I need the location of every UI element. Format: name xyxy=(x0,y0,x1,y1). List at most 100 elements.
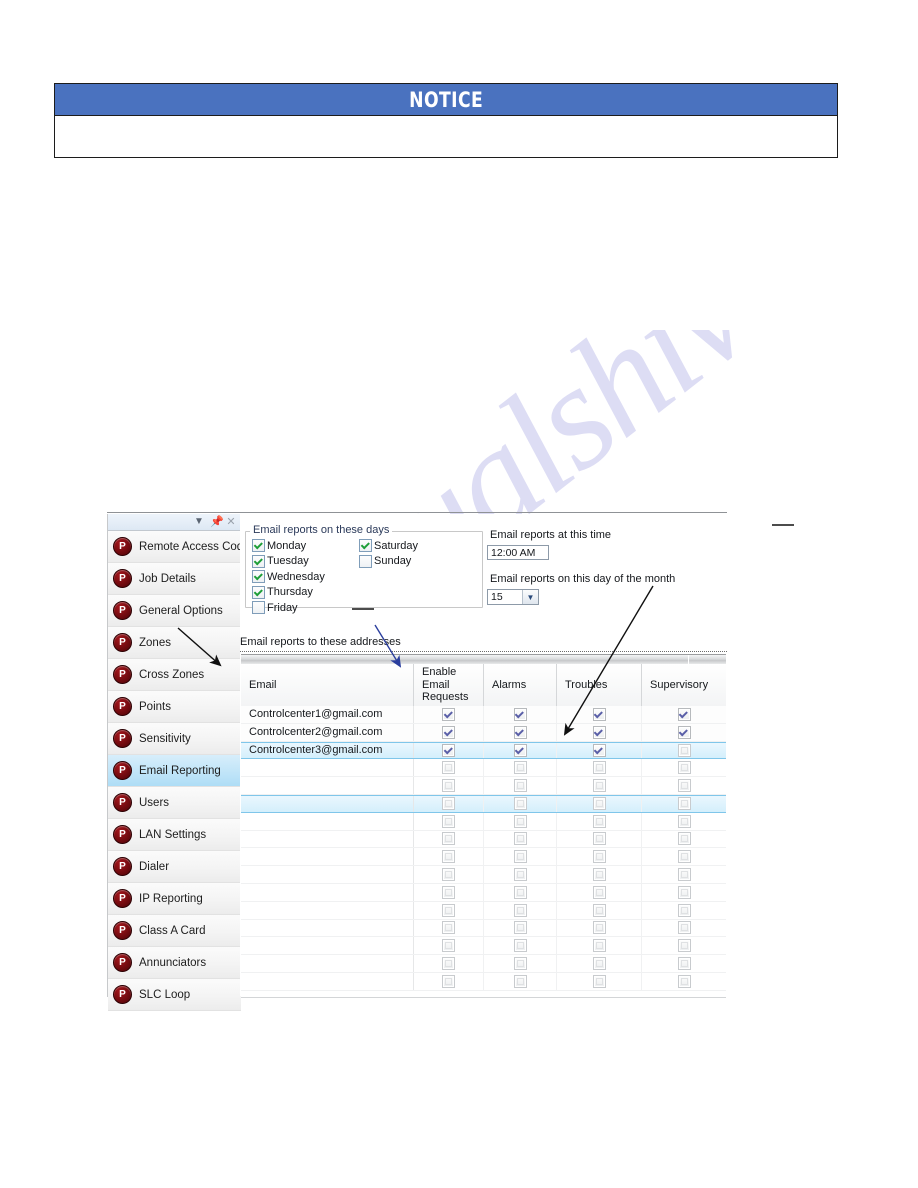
enable-cell[interactable] xyxy=(414,883,484,901)
pin-icon[interactable]: 📌 xyxy=(210,516,224,528)
weekday-row[interactable]: Wednesday xyxy=(252,569,325,585)
sidebar-item-slc-loop[interactable]: P SLC Loop xyxy=(108,979,241,1011)
checkbox-enable[interactable] xyxy=(442,957,455,971)
table-row[interactable] xyxy=(241,866,726,884)
enable-cell[interactable] xyxy=(414,866,484,883)
checkbox-troubles[interactable] xyxy=(592,885,606,899)
supervisory-cell[interactable] xyxy=(642,848,726,865)
checkbox-enable[interactable] xyxy=(442,832,455,846)
checkbox-alarms[interactable] xyxy=(513,707,527,721)
table-row[interactable]: Controlcenter1@gmail.com xyxy=(241,706,726,724)
checkbox-enable[interactable] xyxy=(442,779,455,793)
table-row[interactable]: Controlcenter3@gmail.com xyxy=(241,741,726,760)
checkbox-enable[interactable] xyxy=(442,761,455,775)
troubles-cell[interactable] xyxy=(557,883,642,901)
sidebar-item-lan-settings[interactable]: P LAN Settings xyxy=(108,819,241,851)
alarms-cell[interactable] xyxy=(484,883,557,901)
table-row[interactable]: Controlcenter2@gmail.com xyxy=(241,723,726,742)
checkbox-enable[interactable] xyxy=(442,921,455,935)
checkbox-wednesday[interactable] xyxy=(252,570,265,584)
checkbox-troubles[interactable] xyxy=(592,761,606,775)
table-row[interactable] xyxy=(241,794,726,813)
checkbox-troubles[interactable] xyxy=(592,868,606,882)
checkbox-supervisory[interactable] xyxy=(677,832,691,846)
alarms-cell[interactable] xyxy=(484,830,557,848)
email-cell[interactable] xyxy=(241,777,414,794)
table-row[interactable] xyxy=(241,848,726,867)
troubles-cell[interactable] xyxy=(557,795,642,812)
close-icon[interactable]: ✕ xyxy=(226,516,236,528)
checkbox-troubles[interactable] xyxy=(592,850,606,864)
alarms-cell[interactable] xyxy=(484,937,557,955)
table-row[interactable] xyxy=(241,937,726,956)
checkbox-supervisory[interactable] xyxy=(677,974,691,988)
checkbox-supervisory[interactable] xyxy=(677,743,691,757)
supervisory-cell[interactable] xyxy=(642,706,726,723)
supervisory-cell[interactable] xyxy=(642,831,726,848)
sidebar-item-remote-access-code[interactable]: P Remote Access Code xyxy=(108,531,250,563)
enable-cell[interactable] xyxy=(414,937,484,955)
checkbox-enable[interactable] xyxy=(442,743,455,757)
checkbox-troubles[interactable] xyxy=(592,797,606,811)
checkbox-alarms[interactable] xyxy=(513,779,527,793)
checkbox-supervisory[interactable] xyxy=(677,725,691,739)
enable-cell[interactable] xyxy=(414,901,484,919)
sidebar-item-sensitivity[interactable]: P Sensitivity xyxy=(108,723,241,755)
troubles-cell[interactable] xyxy=(557,901,642,919)
checkbox-troubles[interactable] xyxy=(592,921,606,935)
checkbox-alarms[interactable] xyxy=(513,761,527,775)
weekday-row[interactable]: Monday xyxy=(252,538,325,554)
checkbox-alarms[interactable] xyxy=(513,974,527,988)
checkbox-alarms[interactable] xyxy=(513,850,527,864)
checkbox-alarms[interactable] xyxy=(513,903,527,917)
table-row[interactable] xyxy=(241,777,726,795)
checkbox-enable[interactable] xyxy=(442,939,455,953)
chevron-down-icon[interactable]: ▼ xyxy=(522,590,538,604)
checkbox-enable[interactable] xyxy=(442,850,455,864)
checkbox-enable[interactable] xyxy=(442,797,455,811)
troubles-cell[interactable] xyxy=(557,706,642,723)
sidebar-item-ip-reporting[interactable]: P IP Reporting xyxy=(108,883,241,915)
checkbox-alarms[interactable] xyxy=(513,885,527,899)
troubles-cell[interactable] xyxy=(557,937,642,955)
checkbox-enable[interactable] xyxy=(442,707,455,721)
alarms-cell[interactable] xyxy=(484,955,557,972)
checkbox-supervisory[interactable] xyxy=(677,797,691,811)
weekday-row[interactable]: Saturday xyxy=(359,538,418,554)
troubles-cell[interactable] xyxy=(557,777,642,794)
time-input[interactable]: 12:00 AM xyxy=(487,545,549,560)
email-cell[interactable]: Controlcenter1@gmail.com xyxy=(241,706,414,723)
checkbox-alarms[interactable] xyxy=(513,797,527,811)
checkbox-troubles[interactable] xyxy=(592,939,606,953)
supervisory-cell[interactable] xyxy=(642,920,726,937)
column-header-supervisory[interactable]: Supervisory xyxy=(642,664,726,706)
checkbox-saturday[interactable] xyxy=(359,539,372,553)
enable-cell[interactable] xyxy=(414,830,484,848)
checkbox-supervisory[interactable] xyxy=(677,814,691,828)
supervisory-cell[interactable] xyxy=(642,973,726,990)
enable-cell[interactable] xyxy=(414,706,484,723)
supervisory-cell[interactable] xyxy=(642,813,726,830)
alarms-cell[interactable] xyxy=(484,795,557,812)
troubles-cell[interactable] xyxy=(557,742,642,759)
weekday-row[interactable]: Sunday xyxy=(359,554,418,570)
table-row[interactable] xyxy=(241,955,726,973)
troubles-cell[interactable] xyxy=(557,723,642,741)
day-of-month-select[interactable]: 15 ▼ xyxy=(487,589,539,605)
checkbox-troubles[interactable] xyxy=(592,957,606,971)
column-header-enable-email-requests[interactable]: Enable Email Requests xyxy=(414,664,484,706)
alarms-cell[interactable] xyxy=(484,972,557,990)
enable-cell[interactable] xyxy=(414,795,484,812)
weekday-row[interactable]: Thursday xyxy=(252,585,325,601)
supervisory-cell[interactable] xyxy=(642,796,726,812)
column-header-troubles[interactable]: Troubles xyxy=(557,664,642,706)
checkbox-supervisory[interactable] xyxy=(677,779,691,793)
checkbox-troubles[interactable] xyxy=(592,903,606,917)
alarms-cell[interactable] xyxy=(484,742,557,759)
supervisory-cell[interactable] xyxy=(642,724,726,741)
troubles-cell[interactable] xyxy=(557,972,642,990)
email-cell[interactable] xyxy=(241,883,414,901)
enable-cell[interactable] xyxy=(414,848,484,866)
sidebar-item-job-details[interactable]: P Job Details xyxy=(108,563,241,595)
chevron-down-icon[interactable]: ▼ xyxy=(194,517,204,527)
